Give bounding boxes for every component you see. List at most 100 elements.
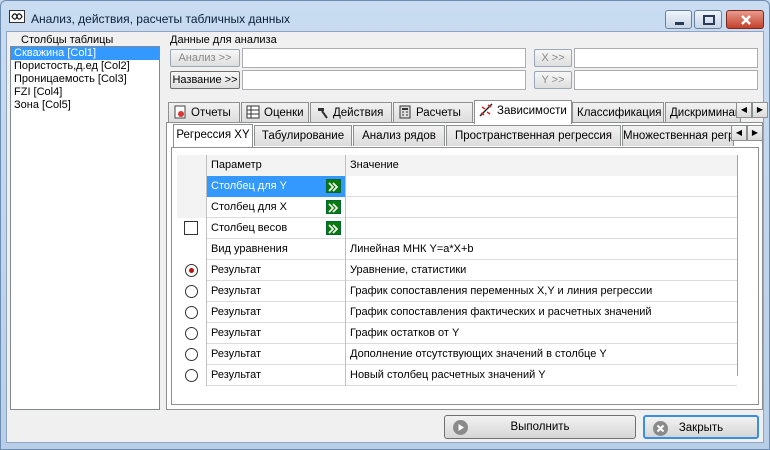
grid-border [737,155,738,376]
x-field[interactable] [574,48,758,68]
select-column-arrow-icon[interactable] [326,179,341,193]
value-cell: График остатков от Y [350,327,460,339]
value-cell[interactable] [346,197,737,218]
name-pick-button[interactable]: Название >> [170,71,240,89]
select-column-arrow-icon[interactable] [326,221,341,235]
window-title: Анализ, действия, расчеты табличных данн… [31,12,290,26]
table-row[interactable]: Результат Уравнение, статистики [177,260,737,281]
x-pick-button[interactable]: X >> [534,49,572,67]
close-label: Закрыть [678,422,724,434]
row-marker [177,365,207,386]
scroll-right-icon[interactable]: ▶ [752,102,768,118]
column-item[interactable]: FZI [Col4] [11,86,159,99]
tab-classification[interactable]: Классификация [572,102,664,123]
subtab-regression-xy[interactable]: Регрессия XY [173,124,253,147]
column-item[interactable]: Зона [Col5] [11,99,159,112]
sub-tabs: Регрессия XY Табулирование Анализ рядов … [171,124,763,147]
result-radio[interactable] [185,369,198,382]
analysis-header: Данные для анализа [170,34,277,46]
dependencies-panel: Регрессия XY Табулирование Анализ рядов … [166,122,763,410]
analysis-pick-button[interactable]: Анализ >> [170,49,240,67]
minimize-button[interactable] [665,10,692,29]
columns-list[interactable]: Скважина [Col1] Пористость,д.ед [Col2] П… [10,46,160,410]
tab-label: Оценки [264,107,304,119]
param-cell[interactable]: Столбец весов [207,218,346,239]
row-marker [177,281,207,302]
value-cell[interactable] [346,218,737,239]
table-row[interactable]: Результат График сопоставления фактическ… [177,302,737,323]
subtab-multiple-regression[interactable]: Множественная регр [622,125,734,146]
param-cell: Результат [207,260,346,281]
result-radio[interactable] [185,306,198,319]
value-cell: Дополнение отсутствующих значений в стол… [350,348,607,360]
analysis-field[interactable] [242,48,526,68]
tab-estimates[interactable]: Оценки [241,102,309,123]
param-cell[interactable]: Столбец для Y [207,176,346,197]
table-row[interactable]: Результат График сопоставления переменны… [177,281,737,302]
parameters-grid-frame: Параметр Значение Столбец для Y Столбец … [171,147,759,405]
subtab-spatial-regression[interactable]: Пространственная регрессия [446,125,621,146]
subtab-tabulation[interactable]: Табулирование [254,125,352,146]
run-button[interactable]: Выполнить [444,415,636,439]
tab-discriminant[interactable]: Дискриминан [665,102,741,123]
reports-icon [173,105,188,119]
table-row[interactable]: Столбец для X [177,197,737,218]
y-pick-button[interactable]: Y >> [534,71,572,89]
tab-reports[interactable]: Отчеты [168,102,240,123]
maximize-button[interactable] [694,10,722,29]
table-row[interactable]: Результат График остатков от Y [177,323,737,344]
tab-label: Отчеты [191,107,231,119]
param-cell[interactable]: Столбец для X [207,197,346,218]
column-item[interactable]: Проницаемость [Col3] [11,73,159,86]
name-field[interactable] [242,70,526,90]
column-item[interactable]: Скважина [Col1] [11,47,159,60]
table-row[interactable]: Столбец для Y [177,176,737,197]
column-item[interactable]: Пористость,д.ед [Col2] [11,60,159,73]
tab-calculations[interactable]: Расчеты [393,102,473,123]
param-cell: Вид уравнения [207,239,346,260]
scroll-left-icon[interactable]: ◀ [736,102,752,118]
value-cell[interactable] [346,176,737,197]
grid-header: Параметр Значение [177,155,737,176]
result-radio[interactable] [185,285,198,298]
table-row[interactable]: Результат Дополнение отсутствующих значе… [177,344,737,365]
param-cell: Результат [207,281,346,302]
scroll-right-icon[interactable]: ▶ [747,125,763,141]
y-field[interactable] [574,70,758,90]
param-cell: Результат [207,365,346,386]
result-radio[interactable] [185,327,198,340]
row-marker [177,344,207,365]
weights-checkbox[interactable] [184,221,198,235]
close-button[interactable]: Закрыть [643,415,759,439]
value-cell: График сопоставления фактических и расче… [350,306,652,318]
app-icon [9,10,25,23]
row-marker [177,323,207,344]
subtab-scroll: ◀ ▶ [731,125,765,143]
hammer-icon [315,105,330,119]
result-radio[interactable] [185,348,198,361]
value-cell[interactable]: Линейная МНК Y=a*X+b [346,239,737,260]
row-marker [177,302,207,323]
param-text: Столбец для X [211,201,287,213]
value-cell: Новый столбец расчетных значений Y [350,369,546,381]
scroll-left-icon[interactable]: ◀ [731,125,747,141]
table-row[interactable]: Столбец весов [177,218,737,239]
tab-dependencies[interactable]: Зависимости [474,100,572,124]
calculator-icon [398,105,413,119]
subtab-series-analysis[interactable]: Анализ рядов [353,125,445,146]
select-column-arrow-icon[interactable] [326,200,341,214]
run-label: Выполнить [510,421,570,433]
table-row[interactable]: Вид уравнения Линейная МНК Y=a*X+b [177,239,737,260]
header-param: Параметр [207,155,346,176]
table-icon [246,105,261,119]
tab-scroll: ◀ ▶ [736,102,770,120]
table-row[interactable]: Результат Новый столбец расчетных значен… [177,365,737,386]
tab-actions[interactable]: Действия [310,102,392,123]
row-marker [177,176,207,197]
row-marker [177,260,207,281]
result-radio[interactable] [185,264,198,277]
tab-label: Расчеты [416,107,461,119]
title-bar: Анализ, действия, расчеты табличных данн… [1,1,769,31]
value-cell: Уравнение, статистики [350,264,467,276]
close-window-button[interactable] [726,10,764,29]
